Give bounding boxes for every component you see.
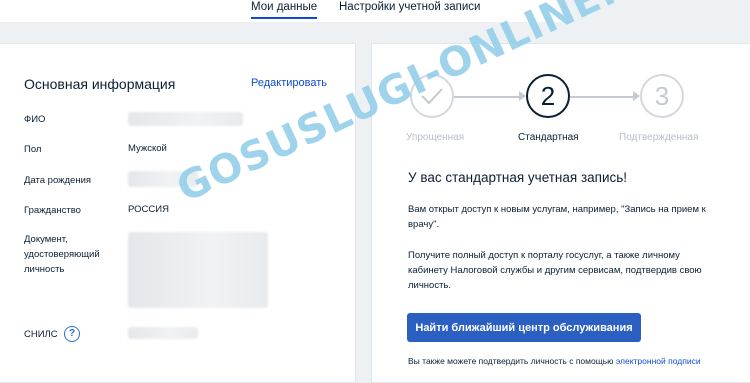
value-fio-blurred — [128, 112, 243, 126]
edit-link[interactable]: Редактировать — [251, 77, 327, 89]
tab-my-data[interactable]: Мои данные — [251, 0, 318, 19]
e-signature-link[interactable]: электронной подписи — [616, 356, 701, 366]
label-id-document: Документ, удостоверяющий личность — [24, 234, 100, 275]
label-citizenship: Гражданство — [24, 205, 81, 216]
step-2-circle: 2 — [526, 74, 570, 118]
find-service-center-button[interactable]: Найти ближайший центр обслуживания — [407, 313, 641, 342]
label-birth-date: Дата рождения — [24, 175, 92, 186]
step-connector-2 — [570, 96, 634, 98]
tab-account-settings[interactable]: Настройки учетной записи — [339, 0, 480, 14]
step-1-label: Упрощенная — [406, 132, 465, 143]
label-snils: СНИЛС — [24, 329, 58, 340]
step-3-circle: 3 — [640, 74, 684, 118]
upgrade-info-text: Получите полный доступ к порталу госуслу… — [408, 250, 702, 291]
account-status-title: У вас стандартная учетная запись! — [408, 170, 628, 185]
step-3-label: Подтвержденная — [619, 132, 699, 143]
label-gender: Пол — [24, 144, 42, 155]
basic-info-title: Основная информация — [24, 76, 176, 92]
account-level-card: 2 3 Упрощенная Стандартная Подтвержденна… — [371, 43, 750, 383]
arrow-right-icon — [519, 91, 526, 101]
arrow-right-icon — [633, 91, 640, 101]
step-2-label: Стандартная — [518, 132, 579, 143]
step-connector-1 — [454, 96, 520, 98]
value-birth-date-blurred — [128, 171, 198, 187]
checkmark-icon — [421, 88, 443, 105]
footnote: Вы также можете подтвердить личность с п… — [408, 356, 701, 366]
label-fio: ФИО — [24, 114, 46, 125]
value-snils-blurred — [128, 327, 198, 339]
value-id-document-blurred — [128, 232, 268, 308]
value-citizenship: РОССИЯ — [128, 204, 169, 215]
step-1-circle — [410, 74, 454, 118]
top-tabs: Мои данные Настройки учетной записи — [0, 0, 562, 22]
access-info-text: Вам открыт доступ к новым услугам, напри… — [408, 204, 706, 230]
question-circle-icon[interactable]: ? — [64, 326, 80, 342]
basic-info-card: Основная информация Редактировать ФИО По… — [0, 43, 356, 383]
value-gender: Мужской — [128, 143, 167, 154]
footnote-text: Вы также можете подтвердить личность с п… — [408, 356, 616, 366]
